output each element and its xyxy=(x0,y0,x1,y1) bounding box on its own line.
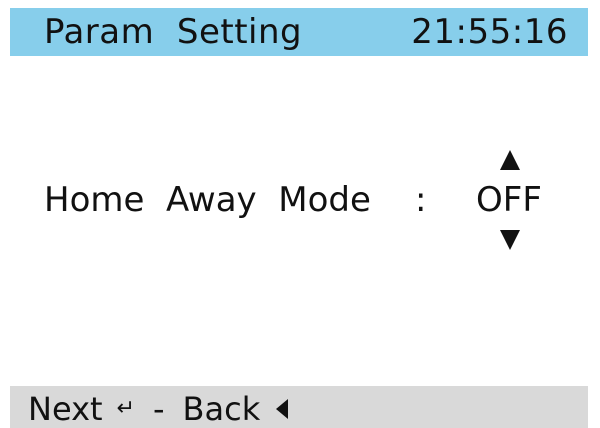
triangle-left-icon[interactable] xyxy=(276,399,289,419)
page-title: Param Setting xyxy=(44,12,303,52)
footer-separator: - xyxy=(152,390,165,428)
triangle-down-icon[interactable] xyxy=(500,230,520,250)
back-label[interactable]: Back xyxy=(183,390,261,428)
footer-bar: Next ↵ - Back xyxy=(10,386,588,428)
parameter-label: Home Away Mode xyxy=(44,180,371,220)
header-bar: Param Setting 21:55:16 xyxy=(10,8,588,56)
next-label[interactable]: Next xyxy=(28,390,103,428)
footer-hints: Next ↵ - Back xyxy=(28,390,289,428)
parameter-value[interactable]: OFF xyxy=(476,178,542,222)
enter-icon[interactable]: ↵ xyxy=(117,390,135,428)
parameter-panel: Home Away Mode : OFF xyxy=(10,56,588,386)
parameter-separator: : xyxy=(415,180,427,220)
triangle-up-icon[interactable] xyxy=(500,150,520,170)
clock-display: 21:55:16 xyxy=(411,12,568,52)
